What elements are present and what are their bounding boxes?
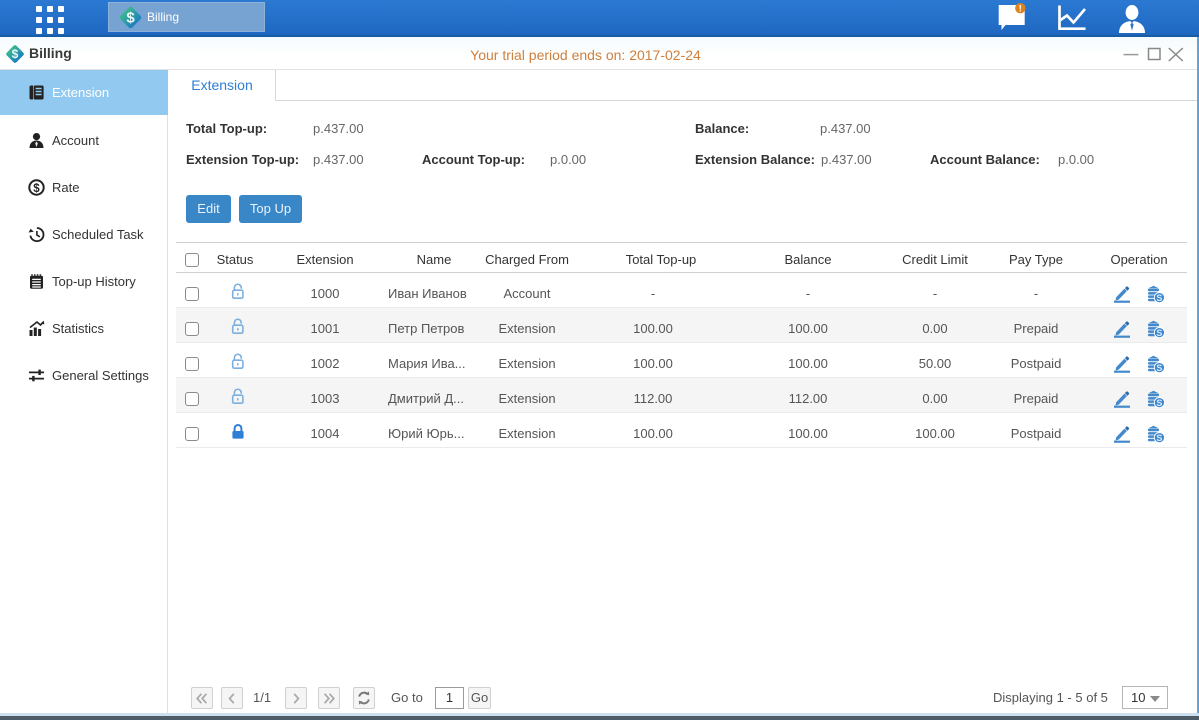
svg-text:S: S [1156, 397, 1162, 407]
svg-text:S: S [1156, 362, 1162, 372]
svg-text:S: S [1156, 432, 1162, 442]
svg-text:!: ! [1019, 4, 1022, 14]
svg-text:$: $ [126, 9, 135, 26]
svg-text:S: S [1156, 292, 1162, 302]
svg-text:S: S [1156, 327, 1162, 337]
svg-text:$: $ [33, 183, 40, 195]
